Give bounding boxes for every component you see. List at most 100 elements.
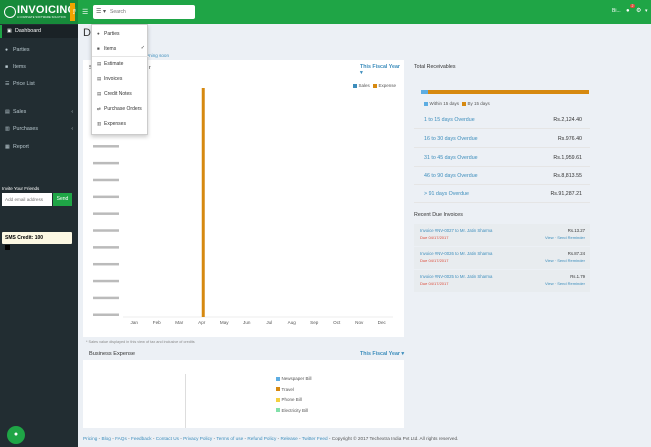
y-tick-label bbox=[93, 246, 119, 249]
business-expense-panel bbox=[83, 360, 404, 428]
sidebar-item-price-list[interactable]: ☰ Price List bbox=[0, 78, 78, 91]
invite-email-field[interactable] bbox=[2, 193, 52, 206]
footer-link-feedback[interactable]: Feedback bbox=[131, 436, 152, 441]
bell-icon[interactable]: ● bbox=[626, 8, 630, 14]
receivable-link[interactable]: 16 to 30 days Overdue bbox=[424, 136, 478, 142]
sidebar-item-dashboard[interactable]: ▣ Dashboard bbox=[0, 25, 78, 38]
footer-link-faqs[interactable]: FAQs bbox=[115, 436, 127, 441]
menu-item-parties[interactable]: ● Parties bbox=[92, 28, 149, 39]
menu-item-credit-notes[interactable]: ▤ Credit Notes bbox=[92, 88, 149, 99]
logo-text: INVOICING bbox=[17, 4, 77, 16]
menu-item-purchase-orders[interactable]: ⇄ Purchase Orders bbox=[92, 103, 149, 114]
sidebar-item-parties[interactable]: ● Parties bbox=[0, 44, 78, 57]
x-tick-label: May bbox=[220, 320, 229, 325]
basket-icon: ▥ bbox=[5, 126, 10, 132]
search-box: ☰ ▾ bbox=[93, 5, 195, 19]
user-menu[interactable]: Bi... bbox=[612, 8, 621, 14]
due-actions[interactable]: View · Send Reminder bbox=[545, 258, 585, 263]
menu-item-expenses[interactable]: ▥ Expenses bbox=[92, 118, 149, 129]
legend-label: Phone Bill bbox=[281, 397, 302, 402]
due-actions[interactable]: View · Send Reminder bbox=[545, 281, 585, 286]
menu-item-icon: ▤ bbox=[97, 76, 102, 81]
search-scope-dropdown[interactable]: ☰ ▾ bbox=[96, 8, 106, 15]
legend-item-phone-bill: Phone Bill bbox=[276, 397, 302, 402]
x-tick-label: Oct bbox=[333, 320, 341, 325]
invite-send-button[interactable]: Send bbox=[53, 193, 72, 206]
legend-label: Electricity Bill bbox=[281, 407, 309, 413]
receivable-row[interactable]: > 91 days Overdue Rs.91,287.21 bbox=[414, 185, 590, 203]
footer-link-twitter-feed[interactable]: Twitter Feed bbox=[302, 436, 328, 441]
footer-link-terms-of-use[interactable]: Terms of use bbox=[216, 436, 243, 441]
menu-item-items[interactable]: ■ Items ✓ bbox=[92, 43, 149, 54]
app-logo[interactable]: INVOICING A COMPLETE SOFTWARE SOLUTION B… bbox=[0, 0, 78, 24]
receivable-amount: Rs.91,287.21 bbox=[550, 191, 582, 197]
menu-item-label: Credit Notes bbox=[104, 91, 132, 97]
due-invoice-row: Invoice #NV-0026 to Mr. Jatin Sharma Due … bbox=[414, 247, 590, 269]
footer-link-pricing[interactable]: Pricing bbox=[83, 436, 97, 441]
gear-icon[interactable]: ⚙ bbox=[636, 7, 641, 14]
check-icon: ✓ bbox=[140, 45, 145, 51]
sidebar-item-label: Report bbox=[13, 144, 29, 150]
x-tick-label: Mar bbox=[175, 320, 183, 325]
sidebar-item-report[interactable]: ▦ Report bbox=[0, 141, 78, 154]
legend-swatch bbox=[276, 387, 280, 392]
menu-item-estimate[interactable]: ▤ Estimate bbox=[92, 58, 149, 69]
chat-button[interactable]: ● bbox=[7, 426, 25, 444]
receivables-within-segment bbox=[421, 90, 428, 94]
footer-link-refund-policy[interactable]: Refund Policy bbox=[247, 436, 276, 441]
footer-link-release[interactable]: Release bbox=[280, 436, 297, 441]
receivable-link[interactable]: 46 to 90 days Overdue bbox=[424, 173, 478, 179]
legend-label: Travel bbox=[281, 386, 294, 392]
sidebar-item-purchases[interactable]: ▥ Purchases ‹ bbox=[0, 123, 78, 136]
sidebar-item-label: Purchases bbox=[13, 126, 39, 132]
y-tick-label bbox=[93, 195, 119, 199]
menu-item-label: Expenses bbox=[104, 121, 126, 127]
footer-link-privacy-policy[interactable]: Privacy Policy bbox=[183, 436, 212, 441]
due-invoice-row: Invoice #NV-0025 to Mr. Jatin Sharma Due … bbox=[414, 270, 590, 292]
cube-icon: ■ bbox=[5, 64, 9, 70]
sidebar-item-label: Sales bbox=[13, 109, 27, 115]
due-invoice-link[interactable]: Invoice #NV-0026 to Mr. Jatin Sharma bbox=[420, 251, 492, 256]
receivable-row[interactable]: 1 to 15 days Overdue Rs.2,124.40 bbox=[414, 111, 590, 129]
y-tick-label bbox=[93, 262, 119, 266]
x-tick-label: Jun bbox=[243, 320, 251, 325]
search-scope-menu: ● Parties ■ Items ✓ ▤ Estimate ▤ Invoices ▤ Credit… bbox=[91, 24, 149, 135]
due-invoice-link[interactable]: Invoice #NV-0027 to Mr. Jatin Sharma bbox=[420, 228, 492, 233]
receivable-link[interactable]: > 91 days Overdue bbox=[424, 191, 469, 197]
due-actions[interactable]: View · Send Reminder bbox=[545, 235, 585, 240]
receivables-bar bbox=[421, 90, 589, 94]
expense-fiscal-year-dropdown[interactable]: This Fiscal Year ▾ bbox=[360, 351, 404, 357]
due-invoice-link[interactable]: Invoice #NV-0025 to Mr. Jatin Sharma bbox=[420, 274, 492, 279]
sidebar-item-items[interactable]: ■ Items bbox=[0, 61, 78, 74]
sidebar-item-label: Items bbox=[13, 64, 26, 70]
receivable-row[interactable]: 16 to 30 days Overdue Rs.976.40 bbox=[414, 130, 590, 148]
y-tick-label bbox=[93, 229, 119, 232]
sidebar-item-sales[interactable]: ▤ Sales ‹ bbox=[0, 106, 78, 119]
x-tick-label: Sep bbox=[310, 320, 319, 325]
menu-item-label: Parties bbox=[104, 31, 120, 37]
receivable-link[interactable]: 31 to 45 days Overdue bbox=[424, 155, 478, 161]
menu-item-icon: ▥ bbox=[97, 121, 102, 126]
menu-item-icon: ● bbox=[97, 31, 100, 36]
footer-link-contact-us[interactable]: Contact Us bbox=[156, 436, 179, 441]
hamburger-menu-icon[interactable]: ☰ bbox=[82, 8, 88, 16]
receivables-title: Total Receivables bbox=[414, 64, 456, 70]
menu-item-icon: ▤ bbox=[97, 91, 102, 96]
menu-item-invoices[interactable]: ▤ Invoices bbox=[92, 73, 149, 84]
due-amount: Rs.13.27 bbox=[567, 228, 585, 233]
x-tick-label: Jan bbox=[131, 320, 139, 325]
footer-link-blog[interactable]: Blog bbox=[102, 436, 111, 441]
x-tick-label: Feb bbox=[153, 320, 161, 325]
bar-expense-apr[interactable] bbox=[201, 88, 205, 317]
receivable-row[interactable]: 31 to 45 days Overdue Rs.1,959.61 bbox=[414, 149, 590, 167]
receivable-row[interactable]: 46 to 90 days Overdue Rs.8,813.55 bbox=[414, 167, 590, 185]
y-tick-label bbox=[93, 296, 119, 300]
chevron-down-icon[interactable]: ▾ bbox=[645, 8, 648, 14]
legend-label: Within 15 days bbox=[429, 101, 460, 106]
receivable-link[interactable]: 1 to 15 days Overdue bbox=[424, 117, 475, 123]
search-input[interactable] bbox=[110, 7, 192, 17]
legend-swatch bbox=[424, 101, 428, 106]
sms-marker-icon bbox=[5, 245, 10, 250]
sales-note: * Sales value displayed in this view of … bbox=[86, 340, 195, 344]
menu-item-label: Items bbox=[104, 46, 117, 52]
